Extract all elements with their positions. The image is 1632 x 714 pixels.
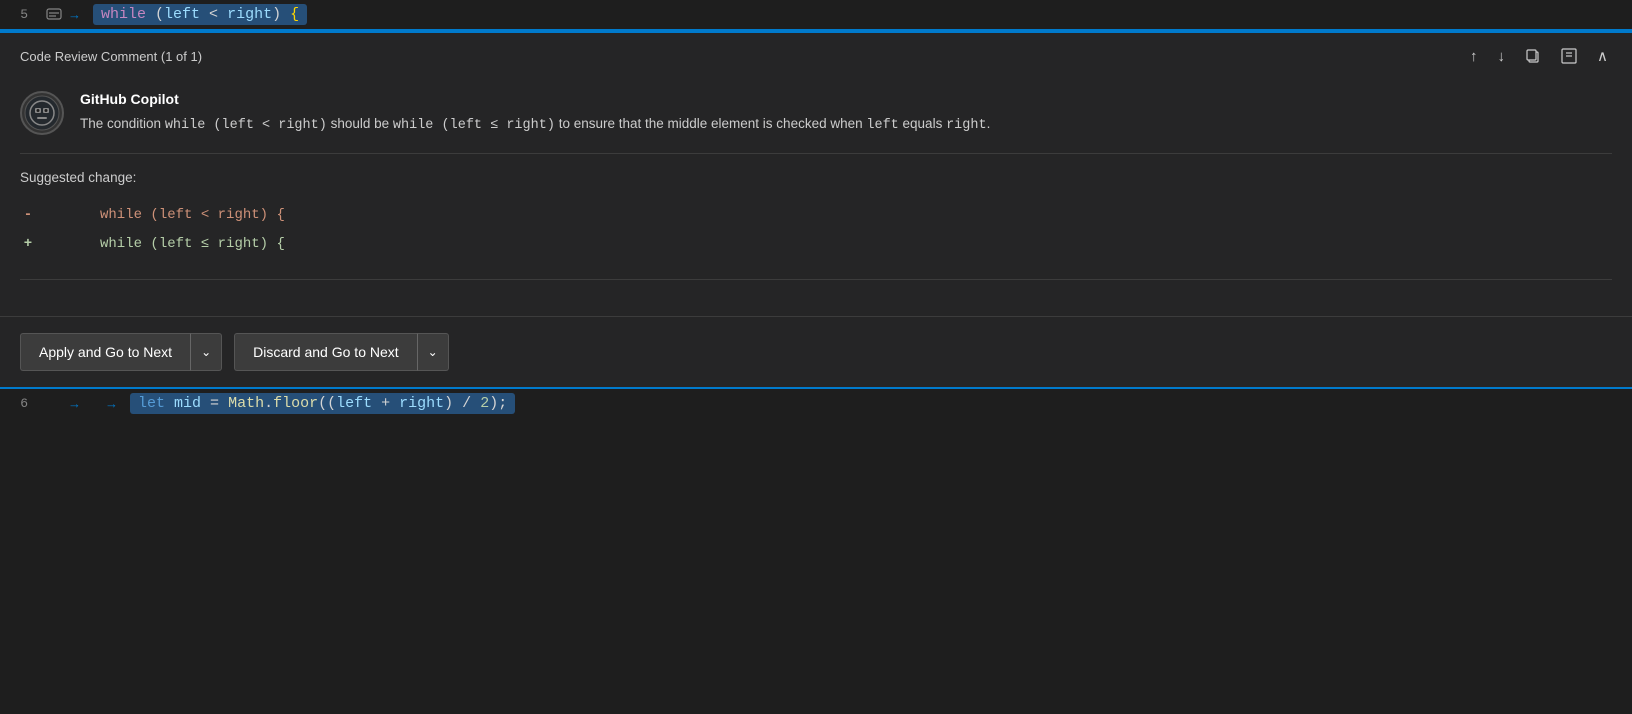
review-panel: Code Review Comment (1 of 1) ↑ ↓ ∧ (0, 31, 1632, 317)
action-bar: Apply and Go to Next ⌄ Discard and Go to… (0, 317, 1632, 387)
review-header-title: Code Review Comment (1 of 1) (20, 49, 202, 64)
discard-btn-group: Discard and Go to Next ⌄ (234, 333, 449, 371)
highlighted-code: while (left < right) { (93, 4, 307, 25)
discard-dropdown-button[interactable]: ⌄ (417, 333, 449, 371)
review-header: Code Review Comment (1 of 1) ↑ ↓ ∧ (0, 33, 1632, 79)
diff-minus-sign: - (20, 203, 36, 228)
divider-1 (20, 153, 1612, 154)
diff-plus-line: + while (left ≤ right) { (20, 230, 1612, 259)
comment-gutter-icon[interactable] (40, 5, 68, 25)
comment-text: The condition while (left < right) shoul… (80, 113, 1612, 137)
divider-2 (20, 279, 1612, 280)
close-panel-button[interactable]: ∧ (1593, 45, 1612, 67)
discard-and-next-button[interactable]: Discard and Go to Next (234, 333, 417, 371)
bottom-arrow-indicator: → (68, 396, 81, 411)
comment-author: GitHub Copilot (80, 91, 1612, 107)
diff-plus-sign: + (20, 232, 36, 257)
diff-plus-code: while (left ≤ right) { (100, 232, 285, 257)
nav-up-button[interactable]: ↑ (1466, 46, 1482, 67)
diff-block: - while (left < right) { + while (left ≤… (20, 197, 1612, 263)
expand-button[interactable] (1557, 46, 1581, 66)
bottom-arrow-indicator2: → (105, 396, 118, 411)
comment-content: GitHub Copilot The condition while (left… (80, 91, 1612, 137)
bottom-code: let mid = Math.floor((left + right) / 2)… (130, 395, 515, 412)
line-number-6: 6 (0, 396, 40, 411)
line-number-5: 5 (0, 7, 40, 22)
apply-dropdown-icon: ⌄ (201, 345, 211, 359)
editor-bottom-line: 6 → → let mid = Math.floor((left + right… (0, 387, 1632, 418)
apply-btn-group: Apply and Go to Next ⌄ (20, 333, 222, 371)
arrow-indicator: → (68, 7, 81, 22)
apply-dropdown-button[interactable]: ⌄ (190, 333, 222, 371)
avatar (20, 91, 64, 135)
review-body: GitHub Copilot The condition while (left… (0, 79, 1632, 316)
apply-and-next-button[interactable]: Apply and Go to Next (20, 333, 190, 371)
review-header-actions: ↑ ↓ ∧ (1466, 45, 1612, 67)
suggested-change-label: Suggested change: (20, 170, 1612, 185)
diff-minus-code: while (left < right) { (100, 203, 285, 228)
comment-row: GitHub Copilot The condition while (left… (20, 91, 1612, 137)
editor-top-line: 5 → while (left < right) { (0, 0, 1632, 31)
discard-dropdown-icon: ⌄ (428, 345, 438, 359)
copy-button[interactable] (1521, 46, 1545, 66)
nav-down-button[interactable]: ↓ (1494, 46, 1510, 67)
diff-minus-line: - while (left < right) { (20, 201, 1612, 230)
